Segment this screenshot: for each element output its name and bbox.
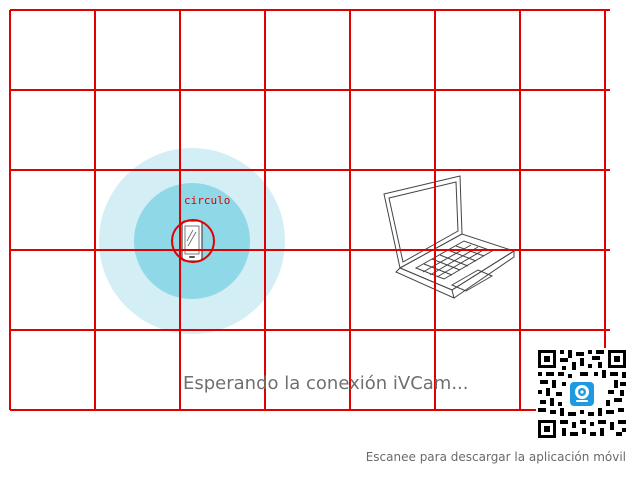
laptop-icon: [383, 175, 516, 299]
phone-icon: [181, 220, 203, 262]
ivcam-window: circulo Esperando la conexión iVCam... E…: [0, 0, 640, 480]
connection-status-text: Esperando la conexión iVCam...: [183, 373, 469, 394]
qr-code-icon: [536, 348, 628, 440]
annotation-label: circulo: [184, 194, 231, 207]
qr-caption: Escanee para descargar la aplicación móv…: [365, 450, 626, 464]
